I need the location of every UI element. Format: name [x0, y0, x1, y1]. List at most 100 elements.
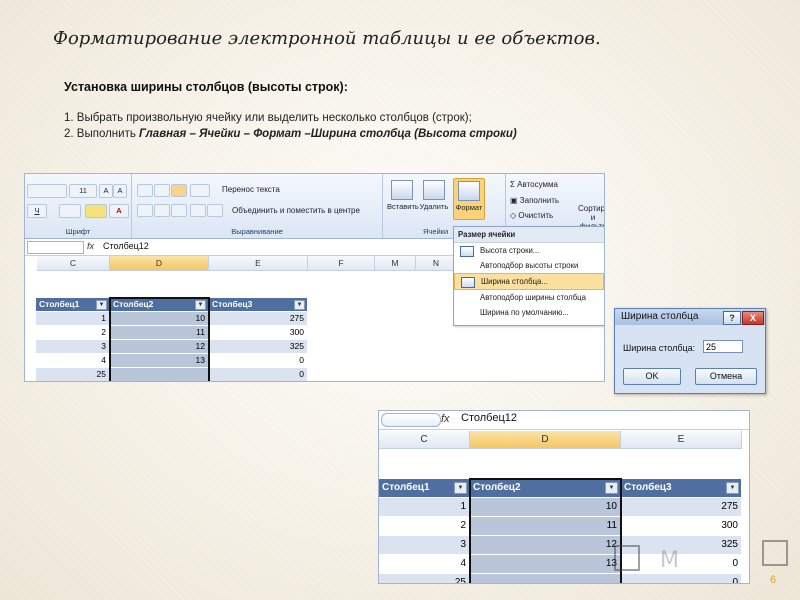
shrink-font-icon[interactable]: A [113, 184, 127, 198]
column-header-n[interactable]: N [416, 256, 457, 271]
cancel-button[interactable]: Отмена [695, 368, 757, 385]
filter-dropdown-icon[interactable]: ▼ [726, 482, 739, 494]
column-header-d[interactable]: D [470, 431, 621, 449]
excel-ribbon-screenshot: 11 A A Ч A Шрифт Перенос текста Объедини… [24, 173, 605, 382]
format-dropdown-menu: Размер ячейки Высота строки... Автоподбо… [453, 226, 604, 326]
formula-value[interactable]: Столбец12 [103, 241, 149, 251]
align-top-icon[interactable] [137, 184, 153, 197]
ok-button[interactable]: OK [623, 368, 681, 385]
width-input[interactable]: 25 [703, 340, 743, 353]
fill-color-icon[interactable] [85, 204, 107, 218]
align-middle-icon[interactable] [154, 184, 170, 197]
font-color-icon[interactable]: A [109, 204, 129, 218]
table-cell[interactable]: 325 [209, 340, 307, 353]
formula-value-zoom[interactable]: Столбец12 [461, 412, 517, 424]
name-box[interactable] [27, 241, 84, 254]
fx-icon[interactable]: fx [87, 241, 94, 251]
table-cell[interactable]: 275 [621, 498, 741, 516]
column-width-icon [461, 277, 475, 288]
table-cell[interactable]: 0 [621, 574, 741, 583]
header-cell-3[interactable]: Столбец3 ▼ [209, 298, 307, 311]
menu-item-autofit-row[interactable]: Автоподбор высоты строки [454, 258, 604, 273]
table-cell[interactable]: 4 [36, 354, 109, 367]
menu-item-label: Автоподбор ширины столбца [480, 293, 586, 302]
header-label: Столбец1 [39, 299, 80, 309]
table-cell[interactable]: 25 [36, 368, 109, 381]
close-button[interactable]: X [742, 311, 764, 325]
table-cell[interactable]: 0 [209, 354, 307, 367]
slide-title: Форматирование электронной таблицы и ее … [53, 28, 601, 49]
menu-item-row-height[interactable]: Высота строки... [454, 243, 604, 258]
format-button[interactable]: Формат [453, 178, 485, 220]
grow-font-icon[interactable]: A [99, 184, 113, 198]
wrap-text-button[interactable]: Перенос текста [222, 185, 280, 194]
name-box-zoom[interactable] [381, 413, 441, 427]
header-cell-1[interactable]: Столбец1 ▼ [379, 479, 469, 497]
menu-item-label: Высота строки... [480, 246, 540, 255]
table-cell[interactable]: 300 [209, 326, 307, 339]
align-left-icon[interactable] [137, 204, 153, 217]
filter-dropdown-icon[interactable]: ▼ [454, 482, 467, 494]
formula-bar-zoom: fx Столбец12 [379, 411, 749, 430]
insert-button[interactable]: Вставить [387, 178, 419, 218]
font-size-dropdown[interactable]: 11 [69, 184, 97, 198]
clear-label: Очистить [518, 211, 554, 220]
page-number: 6 [770, 574, 777, 586]
table-cell[interactable]: 25 [379, 574, 469, 583]
menu-item-default-width[interactable]: Ширина по умолчанию... [454, 305, 604, 320]
column-header-f[interactable]: F [308, 256, 375, 271]
font-group: 11 A A Ч A Шрифт [25, 174, 132, 238]
header-cell-3[interactable]: Столбец3 ▼ [621, 479, 741, 497]
align-right-icon[interactable] [171, 204, 187, 217]
underline-icon[interactable]: Ч [27, 204, 47, 218]
fx-icon[interactable]: fx [441, 413, 450, 425]
fill-button[interactable]: ▣ Заполнить [510, 196, 559, 205]
insert-icon [391, 180, 413, 200]
borders-icon[interactable] [59, 204, 81, 218]
table-cell[interactable]: 2 [36, 326, 109, 339]
table-cell[interactable]: 3 [379, 536, 469, 554]
help-button[interactable]: ? [723, 311, 741, 325]
table-cell[interactable]: 0 [209, 368, 307, 381]
delete-button[interactable]: Удалить [419, 178, 449, 218]
filter-dropdown-icon[interactable]: ▼ [294, 300, 305, 310]
column-header-c[interactable]: C [379, 431, 470, 449]
filter-dropdown-icon[interactable]: ▼ [96, 300, 107, 310]
align-center-icon[interactable] [154, 204, 170, 217]
column-header-e[interactable]: E [621, 431, 742, 449]
align-bottom-icon[interactable] [171, 184, 187, 197]
watermark-box-icon [614, 545, 640, 571]
menu-item-autofit-column[interactable]: Автоподбор ширины столбца [454, 290, 604, 305]
decrease-indent-icon[interactable] [190, 204, 206, 217]
table-cell[interactable]: 1 [36, 312, 109, 325]
table-cell[interactable]: 2 [379, 517, 469, 535]
header-cell-1[interactable]: Столбец1 ▼ [36, 298, 109, 311]
column-header-m[interactable]: M [375, 256, 416, 271]
fill-label: Заполнить [519, 196, 560, 205]
column-selection-border [109, 297, 210, 381]
header-label: Столбец1 [382, 482, 430, 493]
alignment-group-label: Выравнивание [231, 227, 283, 236]
autosum-label: Автосумма [517, 180, 558, 189]
font-name-dropdown[interactable] [27, 184, 67, 198]
watermark-text: М [660, 548, 679, 573]
delete-icon [423, 180, 445, 200]
orientation-icon[interactable] [190, 184, 210, 197]
table-cell[interactable]: 275 [209, 312, 307, 325]
increase-indent-icon[interactable] [207, 204, 223, 217]
clear-button[interactable]: ◇ Очистить [510, 211, 553, 220]
autosum-button[interactable]: Σ Автосумма [510, 180, 558, 189]
table-cell[interactable]: 1 [379, 498, 469, 516]
step-2-menu-path: Главная – Ячейки – Формат –Ширина столбц… [139, 128, 517, 140]
table-cell[interactable]: 4 [379, 555, 469, 573]
column-header-c[interactable]: C [37, 256, 110, 271]
menu-item-label: Ширина столбца... [481, 277, 548, 286]
column-header-d[interactable]: D [110, 256, 209, 271]
merge-center-button[interactable]: Объединить и поместить в центре [232, 206, 360, 215]
menu-item-column-width[interactable]: Ширина столбца... [454, 273, 604, 290]
alignment-group: Перенос текста Объединить и поместить в … [132, 174, 383, 238]
table-cell[interactable]: 3 [36, 340, 109, 353]
column-header-e[interactable]: E [209, 256, 308, 271]
slide-subtitle: Установка ширины столбцов (высоты строк)… [64, 80, 348, 94]
table-cell[interactable]: 300 [621, 517, 741, 535]
